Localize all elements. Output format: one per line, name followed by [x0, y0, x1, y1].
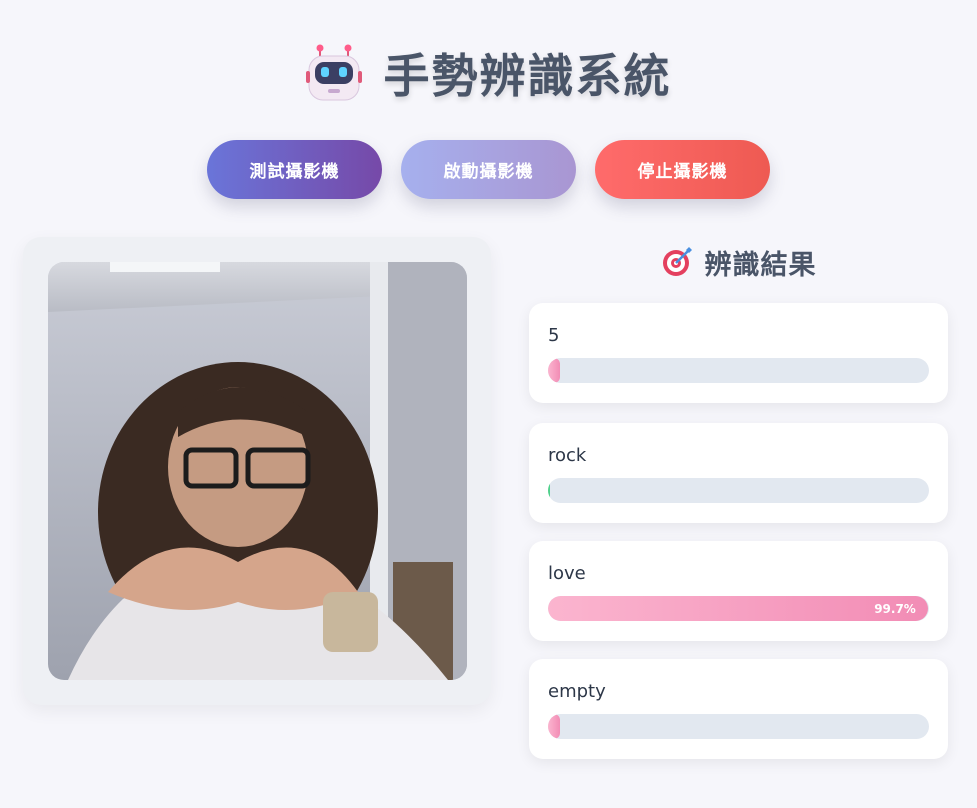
camera-video [48, 262, 467, 680]
result-card-empty: empty [529, 659, 948, 759]
webcam-frame [48, 262, 467, 680]
results-title: 辨識結果 [704, 249, 817, 281]
progress-track: 99.7% [548, 596, 929, 621]
start-camera-button[interactable]: 啟動攝影機 [401, 140, 576, 199]
progress-track [548, 714, 929, 739]
result-label: empty [548, 681, 606, 702]
result-card-5: 5 [529, 303, 948, 403]
result-label: 5 [548, 325, 560, 346]
progress-fill: 99.7% [548, 596, 928, 621]
header: 手勢辨識系統 [0, 38, 977, 108]
percent-text: 99.7% [874, 601, 916, 616]
result-label: love [548, 563, 586, 584]
result-card-love: love 99.7% [529, 541, 948, 641]
result-label: rock [548, 445, 587, 466]
progress-track [548, 478, 929, 503]
page-title: 手勢辨識系統 [383, 49, 672, 103]
progress-fill [548, 358, 560, 383]
target-icon [662, 247, 692, 276]
test-camera-button[interactable]: 測試攝影機 [207, 140, 382, 199]
camera-panel [23, 237, 491, 705]
results-header: 辨識結果 [529, 242, 948, 282]
progress-fill [548, 714, 560, 739]
camera-controls: 測試攝影機 啟動攝影機 停止攝影機 [0, 140, 977, 200]
progress-fill [548, 478, 550, 503]
result-card-rock: rock [529, 423, 948, 523]
robot-icon [305, 44, 362, 101]
progress-track [548, 358, 929, 383]
stop-camera-button[interactable]: 停止攝影機 [595, 140, 770, 199]
